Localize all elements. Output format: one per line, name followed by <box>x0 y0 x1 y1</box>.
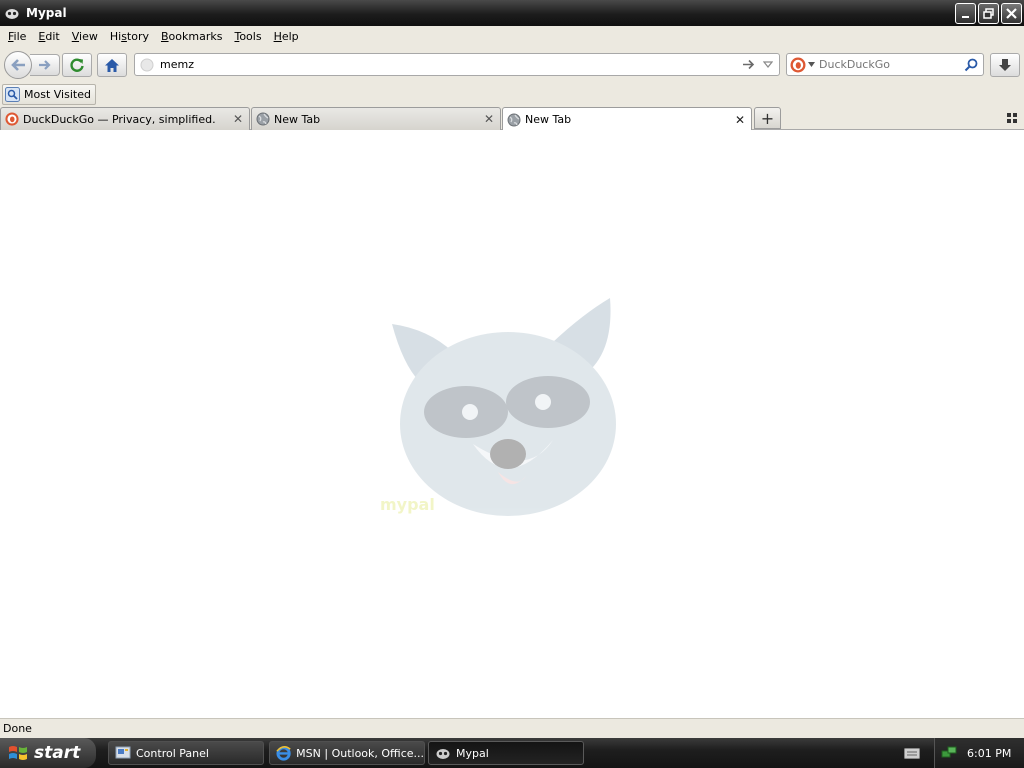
mypal-app-icon <box>5 9 19 19</box>
raccoon-watermark-image: mypal <box>380 298 616 516</box>
os-taskbar: start Control Panel MSN | Outlook, Offic… <box>0 738 1024 768</box>
page-identity-icon <box>140 58 154 71</box>
taskbar-item-label: Control Panel <box>136 746 209 760</box>
windows-logo-icon <box>9 746 27 760</box>
tab-new-tab-2[interactable]: New Tab ✕ <box>502 107 752 131</box>
home-icon <box>105 58 119 72</box>
close-tab-button[interactable]: ✕ <box>733 113 747 127</box>
restore-icon <box>983 8 994 19</box>
globe-icon <box>256 112 270 126</box>
tab-duckduckgo[interactable]: DuckDuckGo — Privacy, simplified. ✕ <box>0 107 250 130</box>
minimize-button[interactable] <box>955 3 976 24</box>
list-all-tabs-button[interactable] <box>1004 110 1020 126</box>
tab-new-tab-1[interactable]: New Tab ✕ <box>251 107 501 130</box>
close-tab-button[interactable]: ✕ <box>482 112 496 126</box>
arrow-right-icon <box>38 60 51 70</box>
status-bar: Done <box>0 718 1024 738</box>
menu-bar: File Edit View History Bookmarks Tools H… <box>0 26 1024 46</box>
download-arrow-icon <box>999 59 1011 71</box>
minimize-icon <box>961 15 969 18</box>
url-bar[interactable] <box>134 53 780 76</box>
taskbar-item-label: Mypal <box>456 746 489 760</box>
url-history-dropdown[interactable] <box>759 56 777 74</box>
globe-icon <box>507 113 521 126</box>
go-button[interactable] <box>739 56 757 74</box>
reload-button[interactable] <box>62 53 92 77</box>
menu-file[interactable]: File <box>2 30 32 43</box>
menu-tools[interactable]: Tools <box>228 30 267 43</box>
duckduckgo-icon <box>790 57 806 72</box>
close-tab-button[interactable]: ✕ <box>231 112 245 126</box>
svg-text:mypal: mypal <box>380 495 435 514</box>
grid-icon <box>1007 113 1017 123</box>
taskbar-item-mypal[interactable]: Mypal <box>428 741 584 765</box>
most-visited-folder[interactable]: Most Visited <box>2 84 96 105</box>
restore-button[interactable] <box>978 3 999 24</box>
menu-help[interactable]: Help <box>268 30 305 43</box>
bookmarks-toolbar: Most Visited <box>0 82 1024 106</box>
menu-bookmarks[interactable]: Bookmarks <box>155 30 228 43</box>
system-tray: 6:01 PM <box>934 738 1024 768</box>
search-bar[interactable] <box>786 53 984 76</box>
close-window-button[interactable] <box>1001 3 1022 24</box>
tab-label: DuckDuckGo — Privacy, simplified. <box>23 112 216 126</box>
reload-icon <box>70 58 84 72</box>
tab-label: New Tab <box>525 113 572 126</box>
dropdown-arrow-icon <box>808 62 815 67</box>
navigation-toolbar <box>0 46 1024 82</box>
taskbar-item-control-panel[interactable]: Control Panel <box>108 741 264 765</box>
most-visited-icon <box>5 87 20 102</box>
duckduckgo-icon <box>5 112 19 126</box>
window-title: Mypal <box>26 6 67 20</box>
menu-edit[interactable]: Edit <box>32 30 65 43</box>
downloads-button[interactable] <box>990 53 1020 77</box>
search-icon[interactable] <box>964 58 978 72</box>
search-engine-selector[interactable] <box>790 57 815 73</box>
tab-label: New Tab <box>274 112 321 126</box>
window-titlebar[interactable]: Mypal <box>0 0 1024 26</box>
chevron-down-icon <box>763 61 773 68</box>
menu-history[interactable]: History <box>104 30 155 43</box>
start-label: start <box>34 743 81 763</box>
taskbar-item-label: MSN | Outlook, Office... <box>296 746 424 760</box>
close-icon <box>1006 8 1017 19</box>
arrow-left-icon <box>11 59 25 71</box>
start-button[interactable]: start <box>0 738 96 768</box>
forward-button[interactable] <box>30 54 60 76</box>
page-content: mypal <box>0 130 1024 718</box>
url-input[interactable] <box>160 55 739 74</box>
mypal-icon <box>436 749 450 759</box>
go-arrow-icon <box>742 59 754 70</box>
back-button[interactable] <box>4 51 32 79</box>
clock[interactable]: 6:01 PM <box>967 747 1011 760</box>
keyboard-icon[interactable] <box>904 746 920 760</box>
plus-icon: + <box>760 108 775 128</box>
network-icon[interactable] <box>941 745 957 761</box>
taskbar-item-msn[interactable]: MSN | Outlook, Office... <box>269 741 425 765</box>
menu-view[interactable]: View <box>66 30 104 43</box>
tab-strip: DuckDuckGo — Privacy, simplified. ✕ New … <box>0 106 1024 131</box>
search-input[interactable] <box>819 55 964 74</box>
new-tab-button[interactable]: + <box>754 107 781 129</box>
control-panel-icon <box>115 746 131 759</box>
home-button[interactable] <box>97 53 127 77</box>
status-text: Done <box>3 722 32 735</box>
most-visited-label: Most Visited <box>24 88 91 101</box>
internet-explorer-icon <box>276 746 291 761</box>
